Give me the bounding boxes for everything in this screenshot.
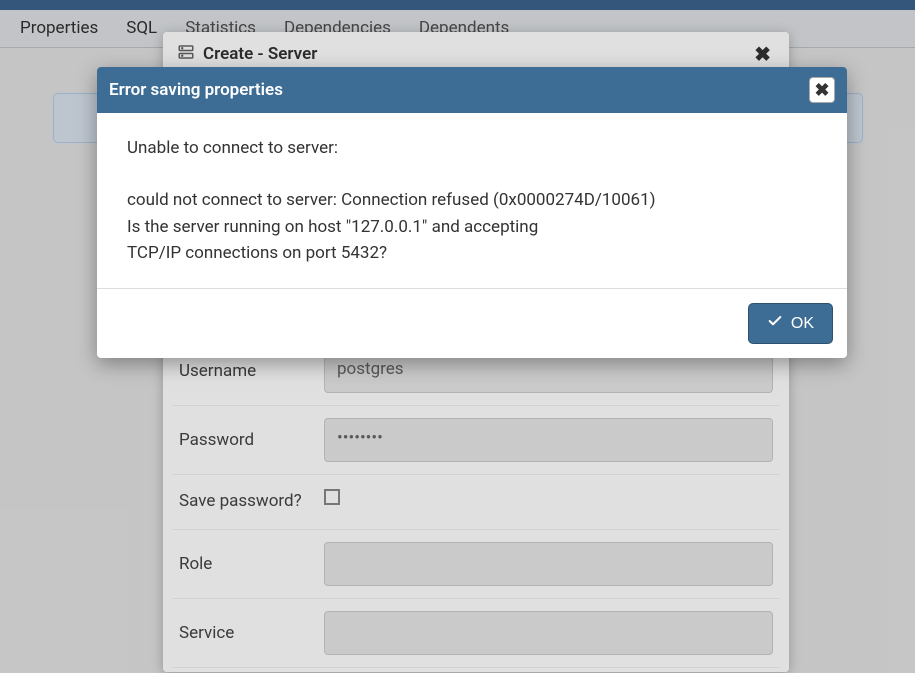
role-input[interactable]: [324, 542, 773, 586]
username-label: Username: [179, 361, 324, 381]
ok-button-label: OK: [791, 315, 814, 333]
ok-button[interactable]: OK: [748, 303, 833, 344]
form-row-save-password: Save password?: [173, 475, 779, 530]
error-line-2: could not connect to server: Connection …: [127, 187, 817, 213]
create-server-title: Create - Server: [203, 44, 317, 64]
tab-properties[interactable]: Properties: [6, 10, 112, 47]
form-row-role: Role: [173, 530, 779, 599]
error-line-1: Unable to connect to server:: [127, 135, 817, 161]
server-icon: [177, 43, 195, 65]
role-label: Role: [179, 554, 324, 574]
service-input[interactable]: [324, 611, 773, 655]
close-icon[interactable]: ✖: [809, 77, 835, 103]
close-icon[interactable]: ✖: [750, 42, 775, 66]
form-row-password: Password ••••••••: [173, 406, 779, 475]
error-dialog: Error saving properties ✖ Unable to conn…: [97, 67, 847, 358]
error-line-4: TCP/IP connections on port 5432?: [127, 240, 817, 266]
save-password-label: Save password?: [179, 489, 324, 515]
password-input[interactable]: ••••••••: [324, 418, 773, 462]
check-icon: [767, 313, 783, 334]
error-dialog-title: Error saving properties: [109, 80, 283, 100]
save-password-checkbox[interactable]: [324, 489, 340, 505]
error-dialog-footer: OK: [97, 288, 847, 358]
error-dialog-header: Error saving properties ✖: [97, 67, 847, 113]
form-row-service: Service: [173, 599, 779, 668]
top-header-bar: [0, 0, 915, 10]
password-label: Password: [179, 430, 324, 450]
error-dialog-body: Unable to connect to server: could not c…: [97, 113, 847, 288]
service-label: Service: [179, 623, 324, 643]
error-line-3: Is the server running on host "127.0.0.1…: [127, 214, 817, 240]
